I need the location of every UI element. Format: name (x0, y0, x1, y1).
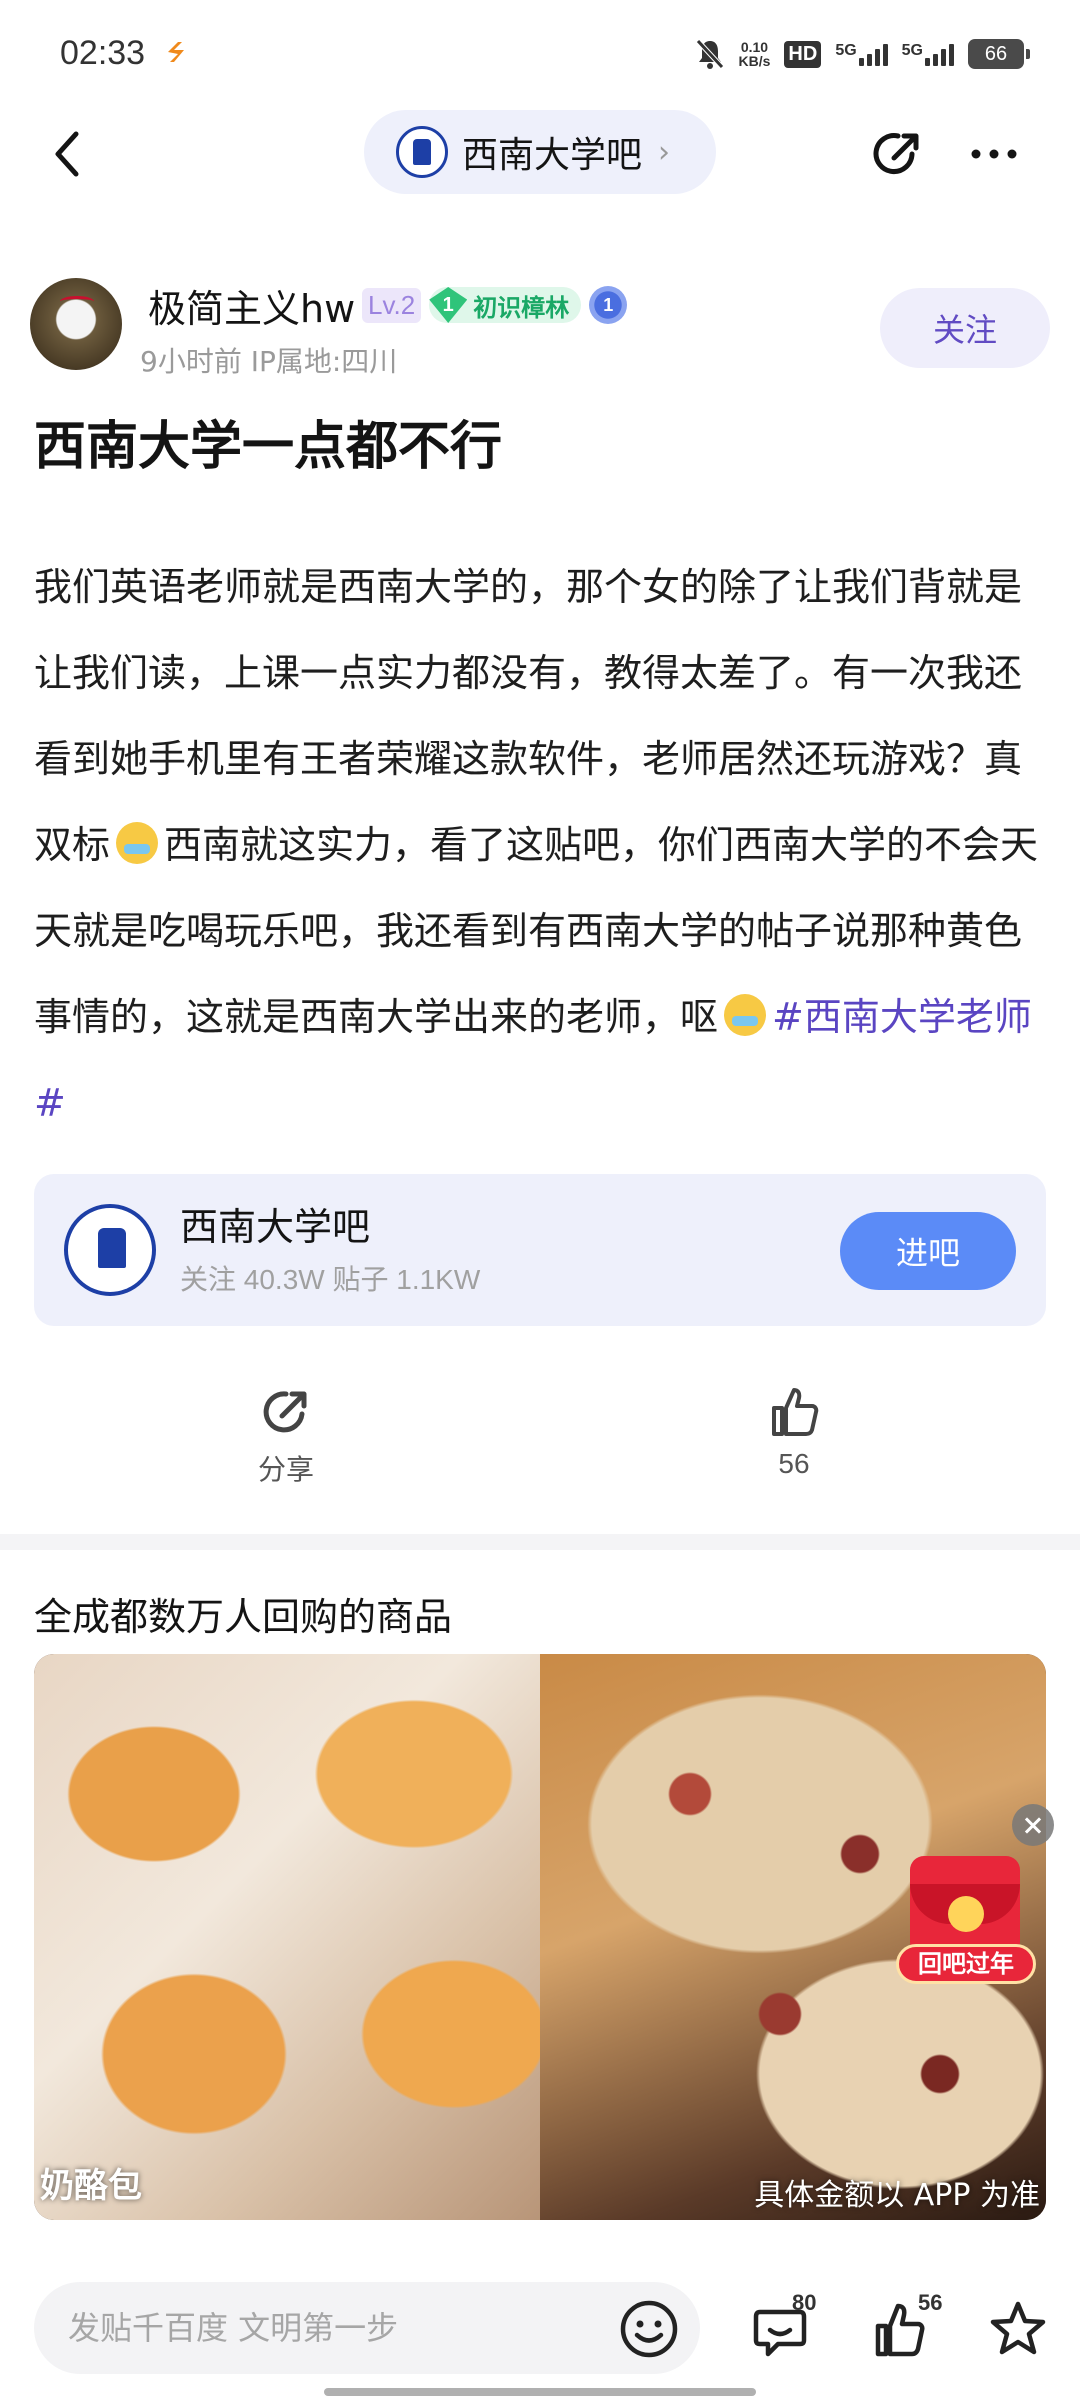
forum-pill-name: 西南大学吧 (462, 135, 643, 176)
signal-bars-icon (925, 42, 954, 66)
charging-flash-icon (168, 42, 184, 62)
mute-bell-icon (695, 39, 724, 69)
home-indicator (324, 2388, 756, 2396)
hd-badge: HD (784, 40, 822, 68)
battery-level: 66 (984, 42, 1008, 65)
product-ad-card[interactable]: 奶酪包 具体金额以 APP 为准 (34, 1654, 1046, 2220)
share-icon (263, 1391, 307, 1433)
forum-card-name: 西南大学吧 (180, 1205, 371, 1249)
network-type-1: 5G (835, 42, 857, 59)
chevron-right-icon: › (658, 134, 671, 170)
battery-icon: 66 (968, 39, 1030, 69)
like-count: 56 (778, 1448, 810, 1479)
signal-1: 5G (835, 42, 888, 66)
forum-card-stats: 关注 40.3W 贴子 1.1KW (180, 1264, 481, 1295)
close-icon[interactable] (1012, 1804, 1054, 1846)
medal-icon: 1 (589, 286, 628, 324)
speed-unit: KB/s (738, 53, 771, 69)
comment-input[interactable] (34, 2282, 700, 2374)
forum-logo-icon (396, 126, 448, 178)
red-packet-label: 回吧过年 (896, 1944, 1036, 1984)
author-name[interactable]: 极简主义hw (148, 278, 355, 333)
price-disclaimer: 具体金额以 APP 为准 (754, 2178, 1040, 2213)
top-nav: 西南大学吧 › (0, 110, 1080, 200)
post-body-text-1: 我们英语老师就是西南大学的，那个女的除了让我们背就是让我们读，上课一点实力都没有… (34, 565, 1023, 867)
star-icon[interactable] (986, 2298, 1050, 2362)
bottom-bar: 80 56 (0, 2250, 1080, 2400)
gem-icon: 1 (429, 287, 468, 323)
author-badges: Lv.2 1 初识樟林 1 (362, 286, 628, 324)
share-action[interactable]: 分享 (216, 1382, 356, 1488)
network-speed: 0.10 KB/s (739, 40, 771, 68)
back-arrow-icon[interactable] (40, 124, 100, 184)
ad-title: 全成都数万人回购的商品 (34, 1595, 453, 1639)
coin-icon (948, 1896, 984, 1932)
product-image-left (34, 1654, 540, 2220)
forum-card[interactable]: 西南大学吧 关注 40.3W 贴子 1.1KW 进吧 (34, 1174, 1046, 1326)
post-body: 我们英语老师就是西南大学的，那个女的除了让我们背就是让我们读，上课一点实力都没有… (34, 544, 1054, 1146)
rank-badge: 1 初识樟林 (429, 287, 582, 323)
vomit-emoji-icon (116, 822, 159, 864)
post-title: 西南大学一点都不行 (34, 417, 503, 477)
signal-bars-icon (858, 42, 888, 66)
vomit-emoji-icon (724, 994, 767, 1036)
follow-button[interactable]: 关注 (880, 288, 1050, 368)
smiley-icon[interactable] (618, 2298, 680, 2360)
product-name: 奶酪包 (40, 2166, 142, 2206)
red-packet-widget[interactable]: 回吧过年 (896, 1856, 1036, 1986)
share-label: 分享 (257, 1454, 314, 1485)
status-bar: 02:33 0.10 KB/s HD 5G 5G 66 (0, 0, 1080, 110)
thumbs-up-icon (772, 1388, 819, 1436)
like-action[interactable]: 56 (724, 1382, 864, 1480)
rank-title: 初识樟林 (473, 293, 570, 322)
section-divider (0, 1534, 1080, 1550)
signal-2: 5G (902, 42, 954, 66)
status-icons: 0.10 KB/s HD 5G 5G 66 (695, 34, 1030, 74)
like-count: 56 (918, 2290, 943, 2315)
enter-forum-button[interactable]: 进吧 (840, 1212, 1016, 1290)
level-badge: Lv.2 (362, 287, 422, 323)
comment-count: 80 (792, 2290, 817, 2315)
post-meta: 9小时前 IP属地:四川 (140, 345, 398, 378)
network-type-2: 5G (901, 42, 923, 59)
more-icon[interactable] (964, 124, 1024, 184)
author-row: 极简主义hw Lv.2 1 初识樟林 1 9小时前 IP属地:四川 关注 (30, 278, 1050, 378)
forum-logo-icon (64, 1204, 156, 1296)
avatar[interactable] (30, 278, 122, 370)
speed-value: 0.10 (740, 39, 769, 55)
status-time: 02:33 (60, 34, 146, 72)
forum-pill[interactable]: 西南大学吧 › (364, 110, 716, 194)
share-icon[interactable] (868, 124, 928, 184)
